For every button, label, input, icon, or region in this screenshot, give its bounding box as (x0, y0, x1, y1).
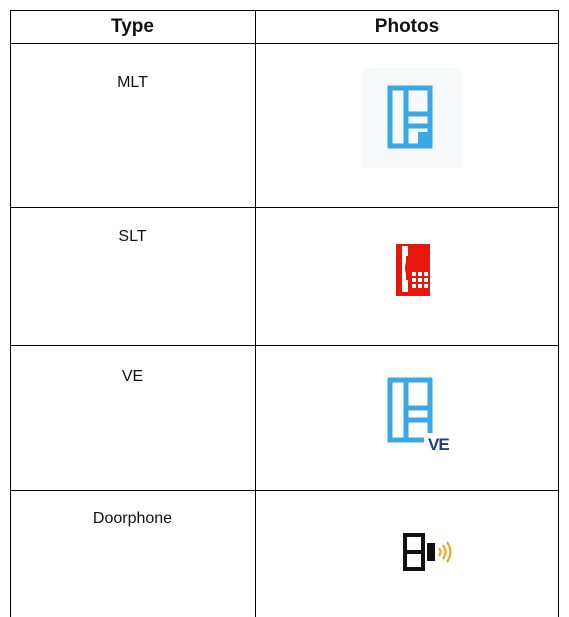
row-divider (10, 207, 559, 208)
device-table: Type Photos MLT SLT VE Doorphone VE (10, 10, 559, 617)
column-divider (255, 10, 256, 617)
table-border-right (558, 10, 559, 617)
table-border-top (10, 10, 559, 11)
header-photos: Photos (374, 16, 440, 37)
doorphone-icon (403, 533, 452, 571)
row-type-mlt: MLT (117, 74, 148, 91)
row-type-doorphone: Doorphone (92, 510, 173, 527)
row-divider (10, 490, 559, 491)
header-type: Type (111, 16, 154, 37)
row-divider (10, 43, 559, 44)
row-divider (10, 345, 559, 346)
row-type-ve: VE (121, 368, 144, 385)
mlt-phone-icon (362, 68, 462, 168)
ve-phone-icon (387, 377, 462, 459)
row-type-slt: SLT (118, 228, 147, 245)
ve-badge-label: VE (428, 435, 450, 454)
slt-phone-icon (396, 244, 430, 296)
